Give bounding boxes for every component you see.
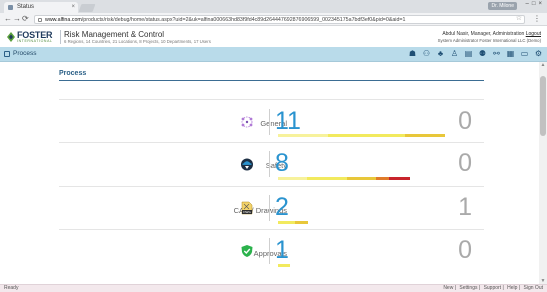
approval-shield-icon [241,245,253,257]
section-rule [59,80,484,81]
logo-mark-icon [7,32,15,42]
address-bar: ← → ⟳ www.alfina.com/products/risk/debug… [0,13,547,26]
toolbar-icon-group: ☗ ⚇ ♣ ♙ ▤ ⚉ ⚯ ▦ ▭ ⚙ [408,49,543,60]
bar-segment [278,221,295,224]
browser-user-chip[interactable]: Dr. Milone [488,2,517,10]
bar-segment [328,134,405,137]
bar-segment [404,134,445,137]
org-chart-icon[interactable]: ☗ [408,49,417,59]
module-toolbar: Process ☗ ⚇ ♣ ♙ ▤ ⚉ ⚯ ▦ ▭ ⚙ [0,47,547,62]
process-row-safety[interactable]: Safety 8 0 [59,142,484,184]
section-title: Process [59,70,87,77]
tab-close-icon[interactable]: × [71,2,75,13]
url-path: /products/risk/debug/home/status.aspx?ui… [81,17,406,23]
bar-segment [307,177,347,180]
footer-link-new[interactable]: New [443,285,453,291]
tab-title: Status [17,4,35,10]
status-bar [278,134,445,137]
window-controls[interactable]: –□× [526,1,545,7]
logout-link[interactable]: Logout [526,31,541,37]
app-subtitle: 6 Regions, 14 Countries, 21 Locations, 8… [64,39,211,44]
status-bar [278,177,410,180]
company-logo[interactable]: FOSTER INTERNATIONAL [6,30,58,44]
open-count[interactable]: 0 [458,151,472,176]
url-host: www.alfina.com [45,17,82,23]
bar-segment [278,177,308,180]
browser-menu-icon[interactable]: ⋮ [533,14,541,23]
status-text: Ready [4,285,19,291]
header-divider [60,30,61,44]
new-tab-button[interactable] [78,4,96,12]
page-content: Process General 11 0 Safety 8 0 CAD / Dr… [0,62,539,284]
process-row-general[interactable]: General 11 0 [59,99,484,141]
svg-text:DWG: DWG [243,210,251,214]
browser-tab[interactable]: Status × [4,2,78,13]
row-separator [269,109,270,135]
network-icon[interactable]: ⚯ [492,49,501,59]
bar-segment [278,264,290,267]
bookmark-star-icon[interactable]: ☆ [516,16,522,23]
scroll-up-icon[interactable]: ▲ [540,62,546,68]
general-process-icon [241,116,253,128]
close-window-icon[interactable]: × [538,1,545,7]
group-icon[interactable]: ⚉ [478,49,487,59]
footer-link-sign-out[interactable]: Sign Out [524,285,543,291]
app-header: FOSTER INTERNATIONAL Risk Management & C… [0,27,547,47]
status-bar-footer: Ready New | Settings | Support | Help | … [0,284,547,292]
status-bar [278,264,290,267]
open-count[interactable]: 0 [458,238,472,263]
item-count[interactable]: 11 [275,109,301,134]
open-count[interactable]: 1 [458,195,472,220]
gear-icon[interactable]: ⚙ [534,49,543,59]
footer-link-support[interactable]: Support [484,285,502,291]
logo-subtext: INTERNATIONAL [17,39,53,43]
toolbar-title: Process [13,50,37,57]
bar-segment [294,221,308,224]
status-bar [278,221,308,224]
user-name: Abdul Nasir, Manager, Administration [442,31,525,37]
monitor-icon[interactable]: ▭ [520,49,529,59]
dwg-file-icon: DWG [241,201,253,215]
process-icon [4,51,10,57]
browser-tab-bar: Status × Dr. Milone –□× [0,0,547,13]
bar-segment [375,177,389,180]
item-count[interactable]: 1 [275,238,289,263]
process-row-cad-drawings[interactable]: CAD / Drawings DWG 2 1 [59,186,484,228]
footer-link-help[interactable]: Help [507,285,517,291]
app-title: Risk Management & Control [64,30,165,39]
tree-icon[interactable]: ♣ [436,49,445,59]
back-icon[interactable]: ← [4,14,12,24]
page-info-icon[interactable] [38,18,42,22]
footer-link-settings[interactable]: Settings [459,285,477,291]
open-count[interactable]: 0 [458,109,472,134]
item-count[interactable]: 8 [275,151,289,176]
calendar-icon[interactable]: ▦ [506,49,515,59]
row-separator [269,238,270,264]
safety-helmet-icon [241,158,253,171]
users-icon[interactable]: ⚇ [422,49,431,59]
person-icon[interactable]: ♙ [450,49,459,59]
footer-links: New | Settings | Support | Help | Sign O… [443,285,543,291]
bar-segment [278,134,329,137]
item-count[interactable]: 2 [275,195,289,220]
row-separator [269,151,270,177]
reload-icon[interactable]: ⟳ [22,14,29,24]
page-scrollbar[interactable]: ▲ ▼ [539,62,547,284]
url-field[interactable]: www.alfina.com/products/risk/debug/home/… [34,15,525,24]
process-row-approvals[interactable]: Approvals 1 0 [59,229,484,271]
tab-favicon-icon [8,5,13,10]
user-info: Abdul Nasir, Manager, Administration Log… [442,31,541,37]
organization-line: System Administrator Foster Internationa… [437,38,541,43]
row-separator [269,195,270,221]
bar-segment [388,177,410,180]
chart-icon[interactable]: ▤ [464,49,473,59]
scrollbar-thumb[interactable] [540,76,546,136]
bar-segment [346,177,376,180]
forward-icon[interactable]: → [13,14,21,24]
